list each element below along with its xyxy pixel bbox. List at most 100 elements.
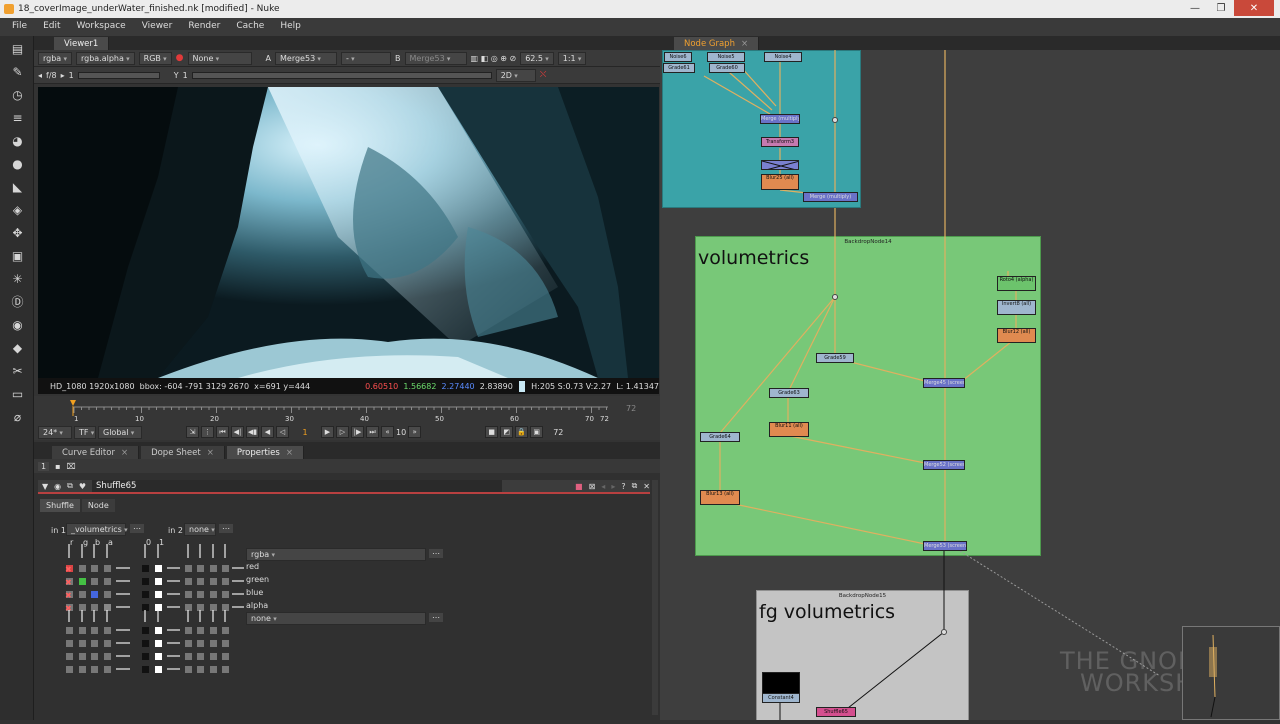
node-grade64[interactable]: Grade64	[700, 432, 740, 442]
current-frame-field[interactable]: 1	[291, 428, 319, 437]
menu-edit[interactable]: Edit	[37, 18, 66, 36]
other-nodes-icon[interactable]: ▭	[10, 387, 25, 402]
deep-nodes-icon[interactable]: Ⓓ	[10, 295, 25, 310]
timeline-mode-icon[interactable]: ▣	[530, 426, 544, 438]
pause-icon[interactable]: ⛌	[540, 70, 547, 80]
viewer-image[interactable]	[38, 87, 659, 378]
tab-viewer1[interactable]: Viewer1	[54, 37, 110, 50]
back-1-icon[interactable]: ◁	[276, 426, 289, 438]
node-blur11[interactable]: Blur11 (all)	[769, 422, 809, 437]
views-nodes-icon[interactable]: ◉	[10, 318, 25, 333]
fstop-arrow-icon[interactable]: ▸	[61, 71, 65, 80]
fstop-icon[interactable]: ◂	[38, 71, 42, 80]
fps-dropdown[interactable]: 24*	[38, 425, 72, 439]
node-blur25[interactable]: Blur25 (all)	[761, 174, 799, 190]
properties-scrollbar[interactable]	[652, 480, 658, 715]
node-merge45-screen[interactable]: Merge45 (screen)	[923, 378, 965, 388]
node-merge52-screen[interactable]: Merge52 (screen)	[923, 460, 965, 470]
channel-nodes-icon[interactable]: ≡	[10, 111, 25, 126]
node-merge-multiply[interactable]: Merge (multiply)	[803, 192, 858, 202]
skip-back-icon[interactable]: «	[381, 426, 394, 438]
step-increment-field[interactable]: 10	[396, 428, 406, 437]
node-disabled[interactable]	[761, 160, 799, 170]
menu-help[interactable]: Help	[274, 18, 307, 36]
node-noise4[interactable]: Noise4	[764, 52, 802, 62]
viewer-icons[interactable]: ▥ ◧ ◎ ⊕ ⊘	[471, 54, 517, 63]
play-range-icon[interactable]: ⇲	[186, 426, 199, 438]
flipbook-icon[interactable]: ■	[485, 426, 499, 438]
node-merge-multiply-top[interactable]: Merge (multiply)	[760, 114, 800, 124]
input-a-dropdown[interactable]: Merge53	[275, 51, 337, 65]
node-grade61[interactable]: Grade61	[663, 63, 695, 73]
global-range-dropdown[interactable]: Global	[98, 425, 142, 439]
node-grade60[interactable]: Grade60	[709, 63, 745, 73]
lut-dropdown[interactable]: None	[187, 51, 252, 65]
timeline-ruler[interactable]	[34, 396, 660, 424]
metadata-nodes-icon[interactable]: ◆	[10, 341, 25, 356]
node-blur13[interactable]: Blur13 (all)	[700, 490, 740, 505]
node-blur12[interactable]: Blur12 (all)	[997, 328, 1036, 343]
maximize-button[interactable]: ❐	[1208, 0, 1234, 16]
menu-viewer[interactable]: Viewer	[136, 18, 179, 36]
node-merge53-screen[interactable]: Merge53 (screen)	[923, 541, 967, 551]
graph-minimap[interactable]	[1182, 626, 1280, 720]
time-nodes-icon[interactable]: ◷	[10, 88, 25, 103]
menu-workspace[interactable]: Workspace	[71, 18, 132, 36]
keyer-nodes-icon[interactable]: ◣	[10, 180, 25, 195]
menu-cache[interactable]: Cache	[230, 18, 270, 36]
node-noise5[interactable]: Noise5	[707, 52, 745, 62]
shuffle-matrix[interactable]: ✖✖✖✖	[34, 442, 660, 720]
play-forward-icon[interactable]: ▶	[321, 426, 334, 438]
gain-value[interactable]: 1	[69, 71, 74, 80]
merge-nodes-icon[interactable]: ◈	[10, 203, 25, 218]
filter-nodes-icon[interactable]: ●	[10, 157, 25, 172]
menu-render[interactable]: Render	[182, 18, 226, 36]
zoom-dropdown[interactable]: 62.5	[520, 51, 554, 65]
menu-file[interactable]: File	[6, 18, 33, 36]
node-grade59[interactable]: Grade59	[816, 353, 854, 363]
clip-warning-icon[interactable]: ◩	[500, 426, 514, 438]
close-button[interactable]: ✕	[1234, 0, 1274, 16]
node-graph-panel[interactable]: Node Graph × BackdropNode14 volumetrics B…	[660, 36, 1280, 720]
compare-mode-dropdown[interactable]: -	[341, 51, 391, 65]
gamma-slider[interactable]	[191, 71, 492, 79]
minimize-button[interactable]: —	[1182, 0, 1208, 16]
gamma-value[interactable]: 1	[183, 71, 188, 80]
skip-forward-icon[interactable]: »	[408, 426, 422, 438]
out-point-field[interactable]: 72	[553, 428, 563, 437]
proxy-ratio-dropdown[interactable]: 1:1	[557, 51, 587, 65]
lock-range-icon[interactable]: 🔒	[515, 426, 529, 438]
color-nodes-icon[interactable]: ◕	[10, 134, 25, 149]
next-keyframe-icon[interactable]: |▶	[351, 426, 364, 438]
last-frame-icon[interactable]: ⏭	[366, 426, 379, 438]
roi-icon[interactable]: ●	[176, 53, 184, 63]
step-back-icon[interactable]: ◀▮	[246, 426, 259, 438]
3d-nodes-icon[interactable]: ▣	[10, 249, 25, 264]
first-frame-icon[interactable]: ⏮	[216, 426, 229, 438]
node-shuffle65[interactable]: Shuffle65	[816, 707, 856, 717]
node-grade63[interactable]: Grade63	[769, 388, 809, 398]
draw-nodes-icon[interactable]: ✎	[10, 65, 25, 80]
cache-icon[interactable]: ⋮	[201, 426, 214, 438]
time-format-dropdown[interactable]: TF	[74, 425, 96, 439]
node-transform3[interactable]: Transform3	[761, 137, 799, 147]
view-mode-dropdown[interactable]: 2D	[495, 68, 536, 82]
node-roto4[interactable]: Roto4 (alpha)	[997, 276, 1036, 291]
alpha-channel-dropdown[interactable]: rgba.alpha	[75, 51, 135, 65]
display-channel-dropdown[interactable]: RGB	[138, 51, 172, 65]
transform-nodes-icon[interactable]: ✥	[10, 226, 25, 241]
fstop-value[interactable]: f/8	[46, 71, 57, 80]
toolsets-icon[interactable]: ✂	[10, 364, 25, 379]
timeline[interactable]: 1 10 20 30 40 50 60 70 72 72	[34, 396, 660, 424]
node-noise6[interactable]: Noise6	[664, 52, 692, 62]
image-nodes-icon[interactable]: ▤	[10, 42, 25, 57]
furnace-nodes-icon[interactable]: ⌀	[10, 410, 25, 425]
channels-dropdown[interactable]: rgba	[38, 51, 72, 65]
node-invert8[interactable]: Invert8 (all)	[997, 300, 1036, 315]
gain-slider[interactable]	[77, 71, 160, 79]
forward-1-icon[interactable]: ▷	[336, 426, 349, 438]
prev-keyframe-icon[interactable]: ◀|	[231, 426, 244, 438]
input-b-dropdown[interactable]: Merge53	[404, 51, 467, 65]
play-backward-icon[interactable]: ◀	[261, 426, 274, 438]
node-constant4[interactable]: Constant4	[762, 693, 800, 703]
